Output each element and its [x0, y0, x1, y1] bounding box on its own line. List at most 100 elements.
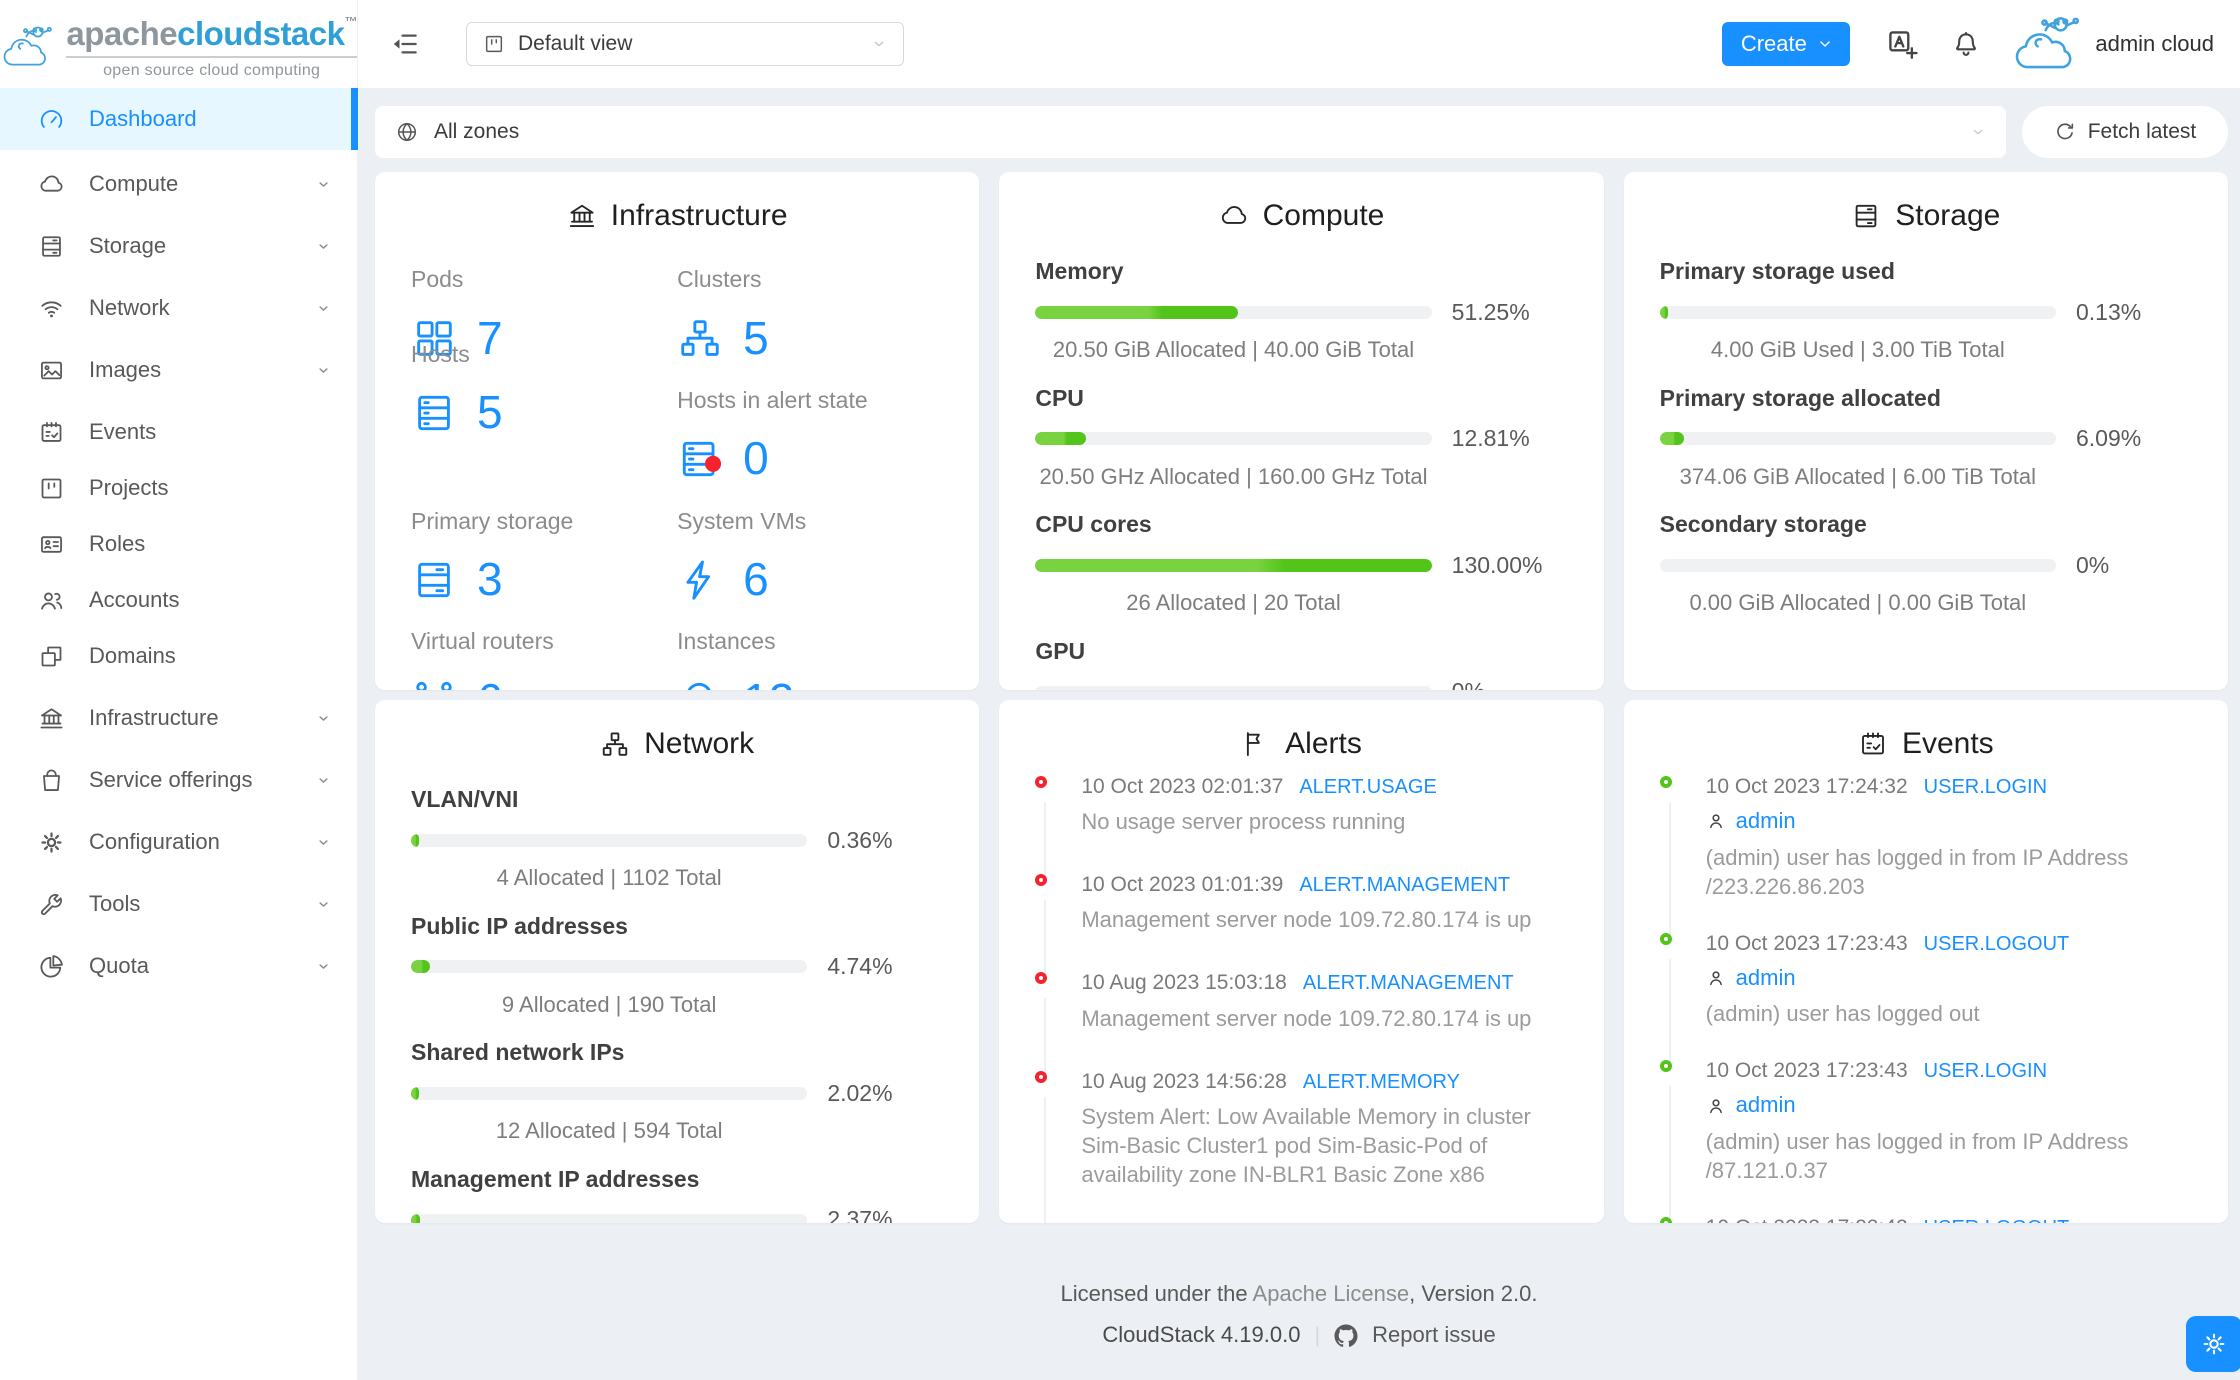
github-icon: [1334, 1324, 1358, 1347]
sidebar-item-network[interactable]: Network: [0, 280, 357, 336]
shopping-bag-icon: [38, 767, 65, 794]
cluster-icon: [602, 732, 628, 756]
event-item: 10 Oct 2023 17:23:43 USER.LOGOUT admin (a…: [1659, 931, 2192, 1072]
stat-instances[interactable]: Instances 12: [677, 628, 943, 690]
sidebar-item-projects[interactable]: Projects: [0, 460, 357, 516]
user-avatar[interactable]: [2011, 14, 2085, 74]
user-icon: [1709, 971, 1722, 986]
user-icon: [1709, 814, 1722, 829]
domains-icon: [38, 643, 65, 670]
view-selector[interactable]: Default view: [466, 22, 904, 66]
event-dot-icon: [1659, 932, 1672, 945]
infrastructure-card: Infrastructure Pods 7 Clusters 5 Hosts 5…: [375, 172, 980, 690]
events-card: Events 10 Oct 2023 17:24:32 USER.LOGIN ad…: [1623, 700, 2228, 1223]
user-name[interactable]: admin cloud: [2095, 31, 2214, 57]
sidebar-item-label: Dashboard: [89, 105, 197, 131]
alerts-timeline: 10 Oct 2023 02:01:37 ALERT.USAGE No usage…: [1035, 772, 1567, 1223]
sidebar-item-images[interactable]: Images: [0, 342, 357, 398]
alerts-card: Alerts 10 Oct 2023 02:01:37 ALERT.USAGE N…: [999, 700, 1604, 1223]
apache-license-link[interactable]: Apache License: [1253, 1281, 1410, 1306]
sidebar-item-label: Service offerings: [89, 766, 253, 792]
sidebar: apachecloudstack™ open source cloud comp…: [0, 0, 358, 1380]
alert-tag-link[interactable]: ALERT.MANAGEMENT: [1299, 873, 1510, 897]
stat-hosts[interactable]: Hosts 5: [411, 341, 677, 487]
wrench-icon: [38, 891, 65, 918]
event-tag-link[interactable]: USER.LOGIN: [1924, 775, 2047, 799]
sidebar-item-label: Accounts: [89, 586, 180, 612]
cluster-icon: [681, 320, 719, 357]
version-label: CloudStack 4.19.0.0: [1102, 1322, 1301, 1348]
infrastructure-card-title: Infrastructure: [411, 198, 943, 234]
progress-bar: [1035, 685, 1432, 690]
fetch-latest-label: Fetch latest: [2087, 120, 2197, 144]
sidebar-item-accounts[interactable]: Accounts: [0, 572, 357, 628]
events-timeline: 10 Oct 2023 17:24:32 USER.LOGIN admin (ad…: [1659, 772, 2192, 1223]
sidebar-item-compute[interactable]: Compute: [0, 156, 357, 212]
stat-hosts-alert[interactable]: Hosts in alert state 0: [677, 387, 943, 487]
meter-cpu: CPU 12.81% 20.50 GHz Allocated | 160.00 …: [1035, 384, 1530, 489]
alert-tag-link[interactable]: ALERT.MEMORY: [1303, 1070, 1460, 1094]
notification-bell-icon[interactable]: [1951, 29, 1981, 59]
bank-icon: [38, 705, 65, 732]
stat-virtual-routers[interactable]: Virtual routers 6: [411, 628, 677, 690]
progress-bar: [1035, 432, 1432, 446]
meter-memory: Memory 51.25% 20.50 GiB Allocated | 40.0…: [1035, 258, 1530, 363]
event-tag-link[interactable]: USER.LOGOUT: [1924, 1216, 2070, 1223]
create-button-label: Create: [1740, 30, 1807, 56]
events-card-title: Events: [1660, 726, 2192, 762]
sidebar-item-configuration[interactable]: Configuration: [0, 814, 357, 870]
chevron-down-icon: [316, 363, 331, 378]
translate-icon[interactable]: [1886, 28, 1919, 61]
stat-clusters[interactable]: Clusters 5: [677, 266, 943, 366]
chevron-down-icon: [316, 959, 331, 974]
create-button[interactable]: Create: [1722, 22, 1851, 66]
event-tag-link[interactable]: USER.LOGIN: [1924, 1059, 2047, 1083]
cloudstack-logo[interactable]: apachecloudstack™ open source cloud comp…: [0, 0, 357, 88]
sidebar-item-quota[interactable]: Quota: [0, 938, 357, 994]
view-selector-value: Default view: [518, 32, 633, 56]
zone-row: All zones Fetch latest: [375, 106, 2228, 158]
stat-primary-storage[interactable]: Primary storage 3: [411, 508, 677, 608]
alert-tag-link[interactable]: ALERT.USAGE: [1299, 775, 1436, 799]
event-dot-icon: [1659, 1060, 1672, 1073]
sidebar-item-label: Compute: [89, 170, 179, 196]
event-user-link[interactable]: admin: [1736, 965, 1796, 991]
logo-wordmark: apachecloudstack™: [66, 14, 357, 59]
progress-bar: [1035, 305, 1432, 319]
sidebar-item-dashboard[interactable]: Dashboard: [0, 88, 358, 150]
sidebar-item-roles[interactable]: Roles: [0, 516, 357, 572]
alert-dot-icon: [1035, 972, 1048, 985]
flag-icon: [1247, 732, 1260, 756]
project-icon: [38, 475, 65, 502]
zone-selector-value: All zones: [434, 120, 520, 144]
storage-card: Storage Primary storage used 0.13% 4.00 …: [1623, 172, 2228, 690]
calendar-check-icon: [38, 419, 65, 446]
logo-tagline: open source cloud computing: [103, 62, 321, 80]
sidebar-item-events[interactable]: Events: [0, 404, 357, 460]
thunderbolt-icon: [686, 560, 711, 600]
chevron-down-icon: [316, 835, 331, 850]
alert-tag-link[interactable]: ALERT.MANAGEMENT: [1303, 971, 1514, 995]
sidebar-item-storage[interactable]: Storage: [0, 218, 357, 274]
event-user-link[interactable]: admin: [1736, 1092, 1796, 1118]
idcard-icon: [38, 531, 65, 558]
menu-fold-icon[interactable]: [390, 29, 420, 59]
license-line: Licensed under the Apache License, Versi…: [1060, 1281, 1538, 1306]
event-tag-link[interactable]: USER.LOGOUT: [1924, 932, 2070, 956]
fetch-latest-button[interactable]: Fetch latest: [2022, 106, 2228, 158]
sidebar-item-label: Events: [89, 418, 157, 444]
sidebar-item-domains[interactable]: Domains: [0, 628, 357, 684]
event-item: 10 Oct 2023 17:22:42USER.LOGOUT: [1659, 1215, 2192, 1223]
compute-card-title: Compute: [1035, 198, 1567, 234]
bank-icon: [569, 204, 594, 227]
sidebar-item-infrastructure[interactable]: Infrastructure: [0, 690, 357, 746]
zone-selector[interactable]: All zones: [375, 106, 2006, 158]
stat-system-vms[interactable]: System VMs 6: [677, 508, 943, 608]
version-line: CloudStack 4.19.0.0 | Report issue: [358, 1322, 2240, 1348]
report-issue-link[interactable]: Report issue: [1372, 1322, 1496, 1348]
sidebar-item-service-offerings[interactable]: Service offerings: [0, 752, 357, 808]
progress-bar: [411, 1213, 808, 1223]
sidebar-item-tools[interactable]: Tools: [0, 876, 357, 932]
event-user-link[interactable]: admin: [1736, 808, 1796, 834]
settings-float-button[interactable]: [2186, 1316, 2240, 1372]
